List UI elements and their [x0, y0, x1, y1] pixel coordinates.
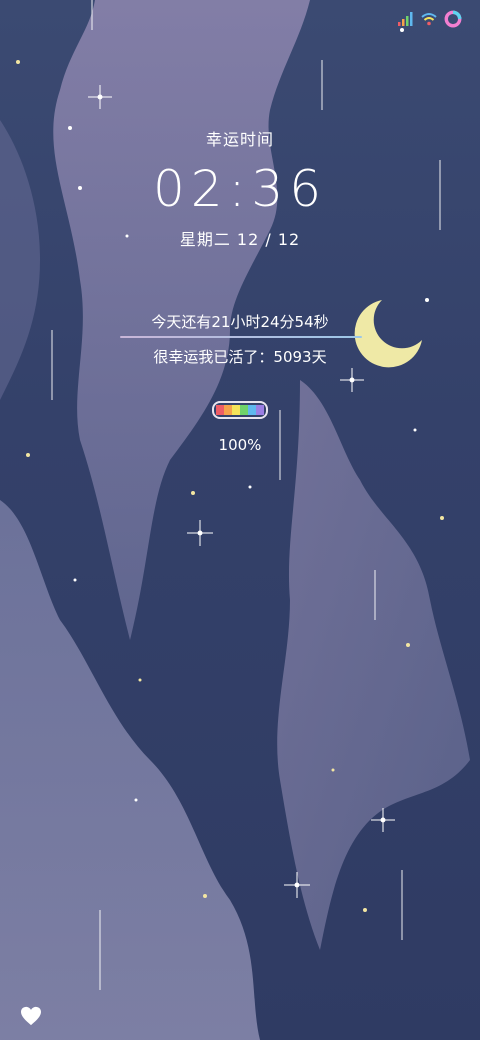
wallpaper [0, 0, 480, 1040]
status-bar [398, 10, 462, 28]
ring-app-icon[interactable] [444, 10, 462, 28]
date-label: 星期二 12 / 12 [179, 230, 301, 249]
days-alive-text: 很幸运我已活了：5093天 [153, 348, 327, 366]
signal-icon [398, 12, 413, 26]
stars-layer [16, 0, 444, 990]
clock: 02:36 [152, 160, 328, 218]
divider-line [120, 336, 362, 338]
wifi-icon [421, 13, 437, 26]
battery-percent: 100% [218, 436, 262, 454]
countdown-text: 今天还有21小时24分54秒 [151, 313, 329, 331]
heart-icon[interactable] [20, 1006, 42, 1026]
battery-indicator [212, 401, 268, 419]
lucky-time-title: 幸运时间 [205, 130, 274, 149]
